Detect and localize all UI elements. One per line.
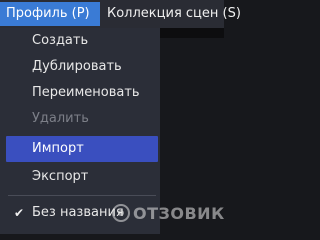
menu-item-untitled-label: Без названия [32, 205, 124, 220]
menu-profile[interactable]: Профиль (P) [0, 2, 100, 26]
menu-item-duplicate[interactable]: Дублировать [6, 54, 158, 80]
watermark-text: ОТЗОВИК [133, 203, 225, 223]
background-area [160, 28, 224, 38]
menu-separator [8, 195, 156, 196]
checkmark-icon: ✔ [13, 206, 25, 220]
menu-bar: Профиль (P) Коллекция сцен (S) [0, 0, 241, 28]
menu-item-rename[interactable]: Переименовать [6, 80, 158, 106]
menu-item-import[interactable]: Импорт [6, 136, 158, 162]
otzovik-logo-icon [112, 204, 130, 222]
menu-item-delete: Удалить [32, 111, 89, 126]
menu-item-export[interactable]: Экспорт [6, 164, 158, 190]
watermark: ОТЗОВИК [112, 198, 224, 228]
menu-item-create[interactable]: Создать [6, 28, 158, 54]
menu-scene-collection[interactable]: Коллекция сцен (S) [101, 2, 247, 26]
